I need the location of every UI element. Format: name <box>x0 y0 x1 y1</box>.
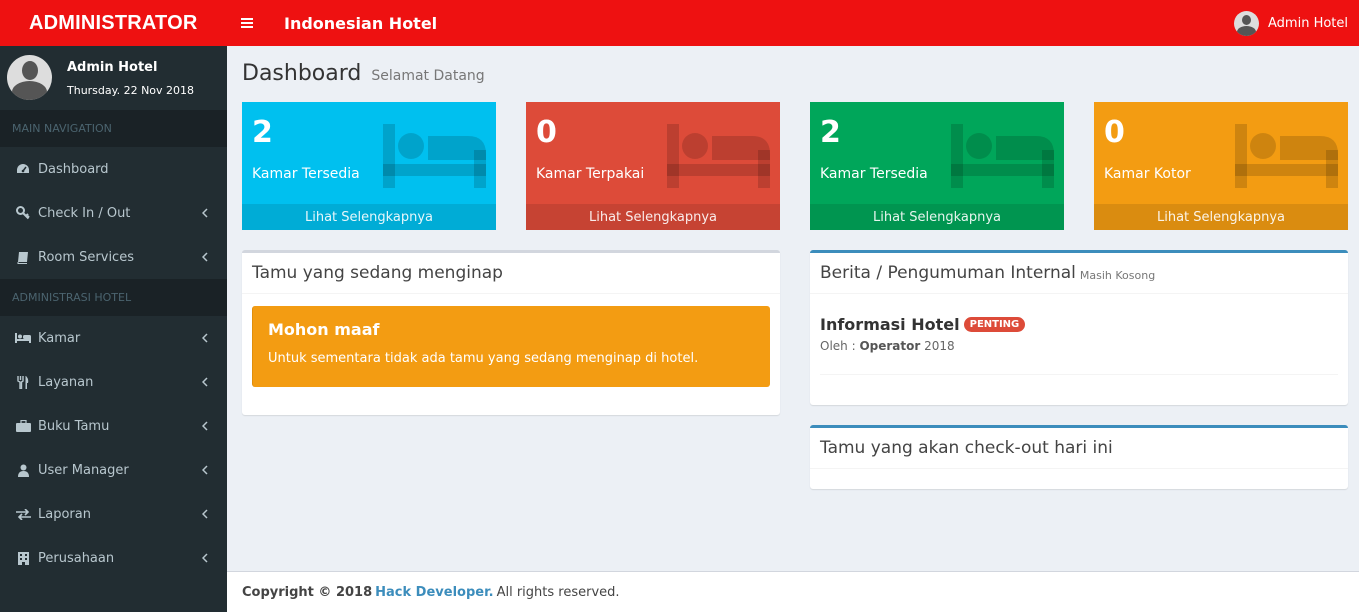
stat-box-kamar-tersedia-2: 2 Kamar Tersedia Lihat Selengkapnya <box>810 102 1064 230</box>
news-meta: Oleh : Operator 2018 <box>820 339 955 353</box>
box-subtitle: Masih Kosong <box>1079 268 1156 282</box>
checkout-today-box: Tamu yang akan check-out hari ini <box>810 425 1348 489</box>
sidebar-item-laporan[interactable]: Laporan <box>0 492 227 536</box>
stat-box-kamar-terpakai: 0 Kamar Terpakai Lihat Selengkapnya <box>526 102 780 230</box>
stat-value: 0 <box>536 115 557 150</box>
key-icon <box>15 206 31 220</box>
nav-header-admin: ADMINISTRASI HOTEL <box>0 279 227 316</box>
bed-icon <box>951 124 1054 188</box>
box-title-text: Berita / Pengumuman Internal <box>820 263 1076 283</box>
sidebar-user-name: Admin Hotel <box>67 60 158 75</box>
status-badge: PENTING <box>963 317 1026 332</box>
box-title-text: Tamu yang akan check-out hari ini <box>820 438 1113 458</box>
chevron-left-icon <box>202 553 208 563</box>
hamburger-icon <box>241 18 253 28</box>
box-title: Berita / Pengumuman Internal Masih Koson… <box>810 253 1348 294</box>
alert-text: Untuk sementara tidak ada tamu yang seda… <box>268 351 699 366</box>
top-header: ADMINISTRATOR Indonesian Hotel Admin Hot… <box>0 0 1359 46</box>
chevron-left-icon <box>202 208 208 218</box>
bed-icon <box>383 124 486 188</box>
developer-link[interactable]: Hack Developer. <box>375 585 493 600</box>
user-panel: Admin Hotel Thursday. 22 Nov 2018 <box>0 46 227 110</box>
alert-title: Mohon maaf <box>268 320 380 339</box>
stat-value: 0 <box>1104 115 1125 150</box>
sidebar-item-room-services[interactable]: Room Services <box>0 235 227 279</box>
box-title: Tamu yang sedang menginap <box>242 253 780 294</box>
stat-label: Kamar Tersedia <box>820 166 928 182</box>
warning-alert: Mohon maaf Untuk sementara tidak ada tam… <box>252 306 770 387</box>
sidebar-item-label: User Manager <box>38 462 129 478</box>
sidebar-item-label: Check In / Out <box>38 205 131 221</box>
hotel-brand: Indonesian Hotel <box>284 13 438 33</box>
stat-box-kamar-kotor: 0 Kamar Kotor Lihat Selengkapnya <box>1094 102 1348 230</box>
sidebar-toggle-button[interactable] <box>227 0 267 46</box>
header-user-name: Admin Hotel <box>1268 15 1348 31</box>
page-title-text: Dashboard <box>242 61 362 86</box>
user-menu[interactable]: Admin Hotel <box>1234 0 1348 46</box>
chevron-left-icon <box>202 465 208 475</box>
page-title: Dashboard Selamat Datang <box>242 61 485 86</box>
sidebar-item-label: Room Services <box>38 249 134 265</box>
chevron-left-icon <box>202 252 208 262</box>
divider <box>820 374 1338 375</box>
news-item-title[interactable]: Informasi Hotel PENTING <box>820 315 1026 334</box>
rights-text: All rights reserved. <box>496 584 620 600</box>
sidebar-item-label: Laporan <box>38 506 91 522</box>
exchange-icon <box>15 507 31 521</box>
sidebar-item-layanan[interactable]: Layanan <box>0 360 227 404</box>
nav-header-main: MAIN NAVIGATION <box>0 110 227 147</box>
stat-label: Kamar Tersedia <box>252 166 360 182</box>
box-title-text: Tamu yang sedang menginap <box>252 263 503 283</box>
bed-icon <box>15 331 31 345</box>
stat-label: Kamar Terpakai <box>536 166 645 182</box>
more-info-link[interactable]: Lihat Selengkapnya <box>526 204 780 230</box>
sidebar-item-kamar[interactable]: Kamar <box>0 316 227 360</box>
book-icon <box>15 250 31 264</box>
sidebar: Admin Hotel Thursday. 22 Nov 2018 MAIN N… <box>0 46 227 612</box>
more-info-link[interactable]: Lihat Selengkapnya <box>242 204 496 230</box>
building-icon <box>15 551 31 565</box>
cutlery-icon <box>15 375 31 389</box>
bed-icon <box>667 124 770 188</box>
user-icon <box>15 463 31 477</box>
copyright-text: Copyright © 2018 <box>242 584 373 600</box>
chevron-left-icon <box>202 377 208 387</box>
news-box: Berita / Pengumuman Internal Masih Koson… <box>810 250 1348 405</box>
sidebar-item-dashboard[interactable]: Dashboard <box>0 147 227 191</box>
sidebar-item-perusahaan[interactable]: Perusahaan <box>0 536 227 580</box>
app-logo[interactable]: ADMINISTRATOR <box>0 0 227 46</box>
meta-year: 2018 <box>924 339 955 353</box>
briefcase-icon <box>15 419 31 433</box>
sidebar-item-label: Kamar <box>38 330 81 346</box>
news-item-title-text: Informasi Hotel <box>820 315 960 334</box>
sidebar-item-label: Perusahaan <box>38 550 115 566</box>
stat-value: 2 <box>252 115 273 150</box>
sidebar-item-user-manager[interactable]: User Manager <box>0 448 227 492</box>
chevron-left-icon <box>202 333 208 343</box>
sidebar-item-label: Buku Tamu <box>38 418 110 434</box>
chevron-left-icon <box>202 509 208 519</box>
current-guests-box: Tamu yang sedang menginap Mohon maaf Unt… <box>242 250 780 415</box>
stat-box-kamar-tersedia: 2 Kamar Tersedia Lihat Selengkapnya <box>242 102 496 230</box>
page-footer: Copyright © 2018 Hack Developer. All rig… <box>227 571 1359 612</box>
meta-author: Operator <box>859 339 921 353</box>
page-subtitle: Selamat Datang <box>371 68 485 84</box>
meta-prefix: Oleh : <box>820 339 856 353</box>
sidebar-item-label: Dashboard <box>38 161 109 177</box>
avatar <box>7 55 52 100</box>
stat-label: Kamar Kotor <box>1104 166 1191 182</box>
stat-value: 2 <box>820 115 841 150</box>
sidebar-item-buku-tamu[interactable]: Buku Tamu <box>0 404 227 448</box>
chevron-left-icon <box>202 421 208 431</box>
box-title: Tamu yang akan check-out hari ini <box>810 428 1348 469</box>
dashboard-icon <box>15 162 31 176</box>
sidebar-item-label: Layanan <box>38 374 94 390</box>
sidebar-item-check-in-out[interactable]: Check In / Out <box>0 191 227 235</box>
more-info-link[interactable]: Lihat Selengkapnya <box>810 204 1064 230</box>
bed-icon <box>1235 124 1338 188</box>
avatar <box>1234 10 1259 36</box>
sidebar-user-date: Thursday. 22 Nov 2018 <box>67 84 195 97</box>
more-info-link[interactable]: Lihat Selengkapnya <box>1094 204 1348 230</box>
